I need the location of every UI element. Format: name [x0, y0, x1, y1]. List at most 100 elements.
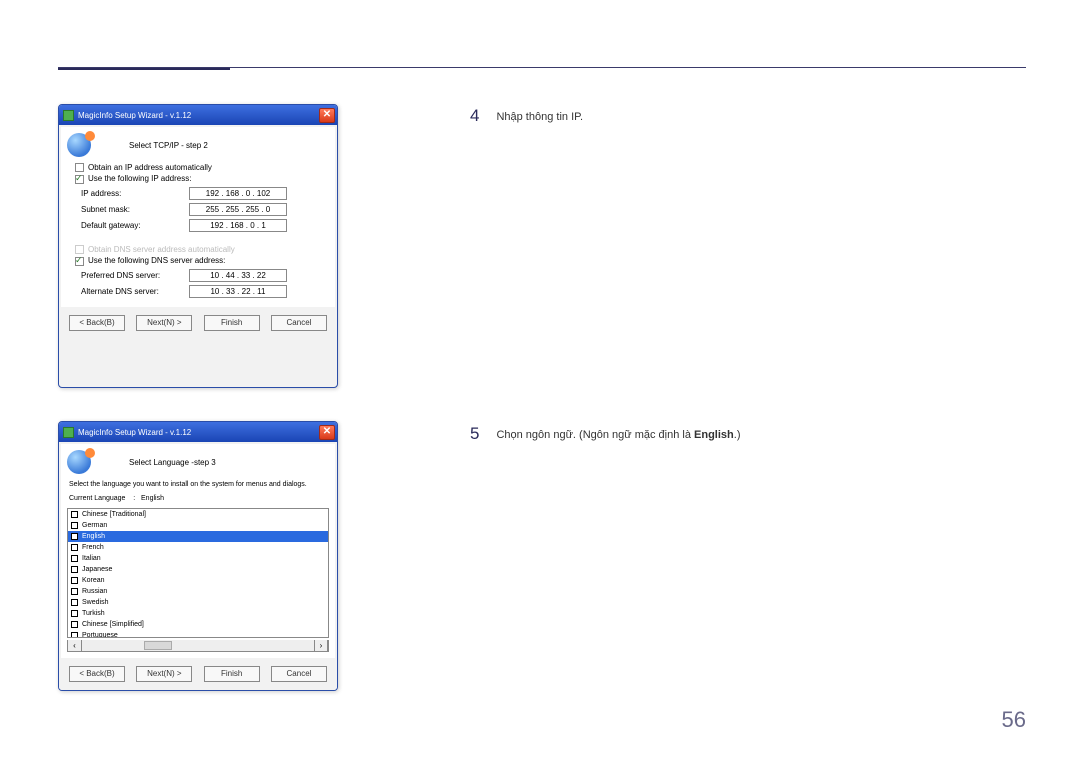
current-language-sep: : [133, 495, 135, 502]
window-title: MagicInfo Setup Wizard - v.1.12 [78, 428, 319, 437]
finish-button[interactable]: Finish [204, 666, 260, 682]
checkbox-icon[interactable] [75, 257, 84, 266]
back-button[interactable]: < Back(B) [69, 315, 125, 331]
default-gateway-input[interactable]: 192 . 168 . 0 . 1 [189, 219, 287, 232]
header-short-rule [58, 68, 230, 70]
step-title: Select TCP/IP - step 2 [129, 141, 208, 150]
checkbox-icon[interactable] [75, 175, 84, 184]
language-item-label: Chinese [Simplified] [82, 621, 144, 628]
step-4-block: 4 Nhập thông tin IP. [470, 106, 583, 126]
default-gateway-label: Default gateway: [81, 221, 189, 230]
language-item-label: Portuguese [82, 632, 118, 638]
language-item[interactable]: English [68, 531, 328, 542]
next-button[interactable]: Next(N) > [136, 315, 192, 331]
titlebar[interactable]: MagicInfo Setup Wizard - v.1.12 ✕ [59, 105, 337, 125]
step-5-text-after: .) [734, 429, 741, 441]
button-row: < Back(B) Next(N) > Finish Cancel [59, 660, 337, 690]
checkbox-icon[interactable] [71, 555, 78, 562]
globe-icon [67, 133, 91, 157]
scroll-track[interactable] [82, 640, 314, 651]
language-item-label: Chinese [Traditional] [82, 511, 146, 518]
preferred-dns-label: Preferred DNS server: [81, 271, 189, 280]
language-item[interactable]: Swedish [68, 597, 328, 608]
preferred-dns-input[interactable]: 10 . 44 . 33 . 22 [189, 269, 287, 282]
back-button[interactable]: < Back(B) [69, 666, 125, 682]
use-ip-option[interactable]: Use the following IP address: [75, 174, 329, 183]
checkbox-icon[interactable] [71, 588, 78, 595]
close-icon[interactable]: ✕ [319, 425, 335, 440]
use-dns-label: Use the following DNS server address: [88, 256, 225, 265]
page-number: 56 [1002, 707, 1026, 733]
step-title: Select Language -step 3 [129, 458, 216, 467]
scroll-thumb[interactable] [144, 641, 172, 650]
cancel-button[interactable]: Cancel [271, 315, 327, 331]
cancel-button[interactable]: Cancel [271, 666, 327, 682]
language-item[interactable]: Italian [68, 553, 328, 564]
close-icon[interactable]: ✕ [319, 108, 335, 123]
current-language-label: Current Language [69, 495, 125, 502]
checkbox-icon[interactable] [71, 610, 78, 617]
obtain-ip-label: Obtain an IP address automatically [88, 163, 212, 172]
language-item[interactable]: Japanese [68, 564, 328, 575]
language-dialog: MagicInfo Setup Wizard - v.1.12 ✕ Select… [58, 421, 338, 691]
checkbox-icon[interactable] [71, 632, 78, 638]
use-dns-option[interactable]: Use the following DNS server address: [75, 256, 329, 265]
button-row: < Back(B) Next(N) > Finish Cancel [59, 309, 337, 339]
globe-icon [67, 450, 91, 474]
language-list[interactable]: Chinese [Traditional] German English French… [67, 508, 329, 638]
next-button[interactable]: Next(N) > [136, 666, 192, 682]
step-5-number: 5 [470, 424, 492, 444]
language-item-label: Russian [82, 588, 107, 595]
language-item[interactable]: Korean [68, 575, 328, 586]
checkbox-icon[interactable] [71, 599, 78, 606]
checkbox-icon[interactable] [75, 163, 84, 172]
tcpip-dialog: MagicInfo Setup Wizard - v.1.12 ✕ Select… [58, 104, 338, 388]
language-item-label: English [82, 533, 105, 540]
language-item[interactable]: German [68, 520, 328, 531]
step-4-number: 4 [470, 106, 492, 126]
obtain-dns-label: Obtain DNS server address automatically [88, 245, 235, 254]
dialog-body: Select Language -step 3 Select the langu… [61, 444, 335, 658]
language-item[interactable]: Portuguese [68, 630, 328, 638]
subnet-mask-label: Subnet mask: [81, 205, 189, 214]
language-item[interactable]: French [68, 542, 328, 553]
finish-button[interactable]: Finish [204, 315, 260, 331]
checkbox-icon[interactable] [71, 511, 78, 518]
use-ip-label: Use the following IP address: [88, 174, 191, 183]
ip-address-input[interactable]: 192 . 168 . 0 . 102 [189, 187, 287, 200]
scroll-left-icon[interactable]: ‹ [68, 640, 82, 651]
scroll-right-icon[interactable]: › [314, 640, 328, 651]
step-5-block: 5 Chọn ngôn ngữ. (Ngôn ngữ mặc định là E… [470, 424, 741, 444]
language-item-label: Korean [82, 577, 105, 584]
checkbox-icon[interactable] [71, 566, 78, 573]
current-language-value: English [141, 495, 164, 502]
language-item-label: Swedish [82, 599, 108, 606]
language-instruction: Select the language you want to install … [69, 480, 327, 489]
horizontal-scrollbar[interactable]: ‹ › [67, 640, 329, 652]
step-5-bold: English [694, 429, 734, 441]
language-item-label: Turkish [82, 610, 105, 617]
language-item[interactable]: Chinese [Simplified] [68, 619, 328, 630]
app-icon [63, 427, 74, 438]
alternate-dns-label: Alternate DNS server: [81, 287, 189, 296]
language-item[interactable]: Turkish [68, 608, 328, 619]
checkbox-icon[interactable] [71, 544, 78, 551]
language-item-label: French [82, 544, 104, 551]
language-item[interactable]: Russian [68, 586, 328, 597]
checkbox-icon[interactable] [71, 621, 78, 628]
checkbox-icon[interactable] [71, 577, 78, 584]
language-item-label: German [82, 522, 107, 529]
checkbox-icon[interactable] [71, 533, 78, 540]
obtain-dns-option: Obtain DNS server address automatically [75, 245, 329, 254]
dialog-body: Select TCP/IP - step 2 Obtain an IP addr… [61, 127, 335, 307]
step-5-text: Chọn ngôn ngữ. (Ngôn ngữ mặc định là Eng… [496, 425, 740, 441]
checkbox-icon[interactable] [71, 522, 78, 529]
alternate-dns-input[interactable]: 10 . 33 . 22 . 11 [189, 285, 287, 298]
current-language-row: Current Language : English [69, 495, 327, 502]
titlebar[interactable]: MagicInfo Setup Wizard - v.1.12 ✕ [59, 422, 337, 442]
obtain-ip-option[interactable]: Obtain an IP address automatically [75, 163, 329, 172]
subnet-mask-input[interactable]: 255 . 255 . 255 . 0 [189, 203, 287, 216]
ip-address-label: IP address: [81, 189, 189, 198]
step-5-text-before: Chọn ngôn ngữ. (Ngôn ngữ mặc định là [496, 429, 694, 441]
language-item[interactable]: Chinese [Traditional] [68, 509, 328, 520]
